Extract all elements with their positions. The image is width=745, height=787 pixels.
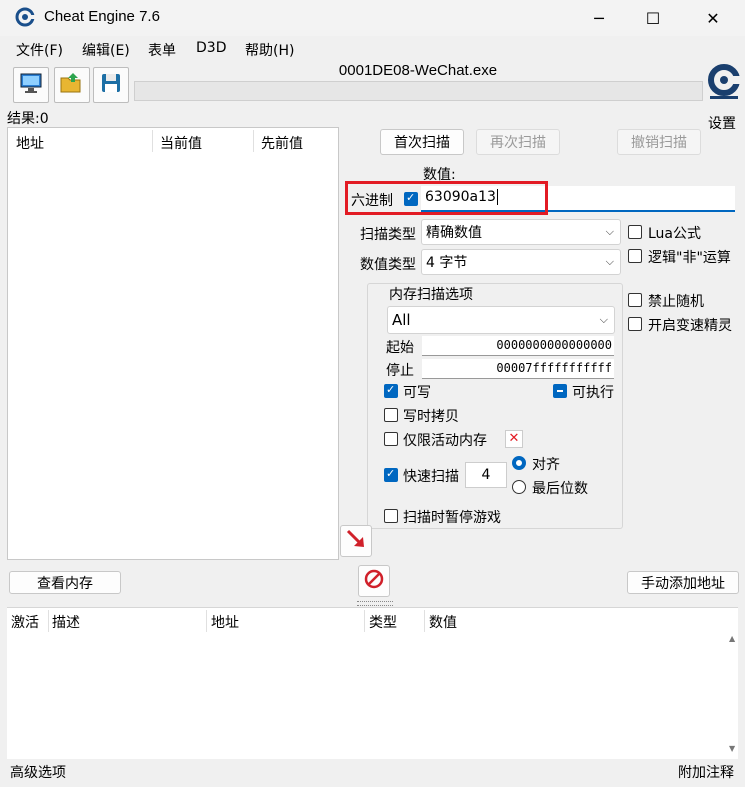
value-type-value: 4 字节 <box>426 255 468 271</box>
column-divider <box>206 610 207 632</box>
align-radio[interactable] <box>512 456 526 470</box>
column-divider <box>424 610 425 632</box>
cheat-engine-app-icon <box>14 6 36 28</box>
memory-region-select[interactable]: All ⌵ <box>387 306 615 334</box>
settings-link[interactable]: 设置 <box>708 113 736 133</box>
value-type-label: 数值类型 <box>360 257 416 273</box>
scroll-up-icon[interactable]: ▲ <box>729 634 735 643</box>
column-divider <box>152 130 153 152</box>
undo-scan-button[interactable]: 撤销扫描 <box>617 129 701 155</box>
process-name: 0001DE08-WeChat.exe <box>338 62 498 79</box>
column-divider <box>253 130 254 152</box>
active-memory-only-checkbox[interactable] <box>384 432 398 446</box>
align-label: 对齐 <box>532 457 560 473</box>
speedhack-checkbox[interactable] <box>628 317 642 331</box>
copy-on-write-label: 写时拷贝 <box>403 409 459 425</box>
column-divider <box>364 610 365 632</box>
stop-address-input[interactable]: 00007fffffffffff <box>422 359 614 379</box>
column-address[interactable]: 地址 <box>211 612 239 632</box>
floppy-disk-icon <box>100 72 122 98</box>
lua-formula-label: Lua公式 <box>648 226 702 242</box>
monitor-icon <box>19 72 43 98</box>
close-icon[interactable]: ✕ <box>684 0 742 36</box>
start-address-input[interactable]: 0000000000000000 <box>422 336 614 356</box>
column-value[interactable]: 数值 <box>429 612 457 632</box>
maximize-icon[interactable]: ☐ <box>624 0 682 36</box>
next-scan-button[interactable]: 再次扫描 <box>476 129 560 155</box>
column-current-value[interactable]: 当前值 <box>160 133 202 153</box>
column-description[interactable]: 描述 <box>52 612 80 632</box>
executable-checkbox[interactable] <box>553 384 567 398</box>
start-address-label: 起始 <box>386 340 414 356</box>
disable-random-checkbox[interactable] <box>628 293 642 307</box>
scan-type-select[interactable]: 精确数值 ⌵ <box>421 219 621 245</box>
no-entry-icon <box>363 568 385 594</box>
executable-label: 可执行 <box>572 385 614 401</box>
disable-random-label: 禁止随机 <box>648 294 704 310</box>
active-memory-only-label: 仅限活动内存 <box>403 433 487 449</box>
column-divider <box>48 610 49 632</box>
column-address[interactable]: 地址 <box>16 133 44 153</box>
pause-game-checkbox[interactable] <box>384 509 398 523</box>
stop-address-label: 停止 <box>386 363 414 379</box>
chevron-down-icon: ⌵ <box>599 313 608 326</box>
minimize-icon[interactable]: ─ <box>570 0 628 36</box>
scan-type-label: 扫描类型 <box>360 227 416 243</box>
annotation-highlight-box <box>345 181 548 215</box>
copy-on-write-checkbox[interactable] <box>384 408 398 422</box>
open-file-button[interactable] <box>54 67 90 103</box>
window-title: Cheat Engine 7.6 <box>44 8 160 25</box>
writable-checkbox[interactable] <box>384 383 398 398</box>
open-folder-icon <box>59 72 85 98</box>
speedhack-label: 开启变速精灵 <box>648 318 732 334</box>
pause-game-label: 扫描时暂停游戏 <box>403 510 501 526</box>
first-scan-button[interactable]: 首次扫描 <box>380 129 464 155</box>
last-digits-label: 最后位数 <box>532 481 588 497</box>
close-x-icon[interactable]: ✕ <box>505 430 523 448</box>
fast-scan-checkbox[interactable] <box>384 467 398 482</box>
fast-scan-label: 快速扫描 <box>403 469 459 485</box>
menu-file[interactable]: 文件(F) <box>16 40 63 60</box>
save-file-button[interactable] <box>93 67 129 103</box>
chevron-down-icon: ⌵ <box>605 255 614 268</box>
logical-not-checkbox[interactable] <box>628 249 642 263</box>
last-digits-radio[interactable] <box>512 480 526 494</box>
add-address-manually-button[interactable]: 手动添加地址 <box>627 571 739 594</box>
column-type[interactable]: 类型 <box>369 612 397 632</box>
scan-progress-bar <box>134 81 703 101</box>
status-bar <box>0 759 745 787</box>
select-process-button[interactable] <box>13 67 49 103</box>
memory-view-button[interactable]: 查看内存 <box>9 571 121 594</box>
clear-list-button[interactable] <box>358 565 390 597</box>
lua-formula-checkbox[interactable] <box>628 225 642 239</box>
splitter-handle[interactable] <box>357 601 393 606</box>
scan-type-value: 精确数值 <box>426 225 482 241</box>
table-extras-button[interactable]: 附加注释 <box>678 762 734 782</box>
column-active[interactable]: 激活 <box>11 612 39 632</box>
found-results-list[interactable]: 地址 当前值 先前值 <box>7 127 339 560</box>
value-type-select[interactable]: 4 字节 ⌵ <box>421 249 621 275</box>
scroll-down-icon[interactable]: ▼ <box>729 744 735 753</box>
chevron-down-icon: ⌵ <box>605 225 614 238</box>
cheat-engine-logo-icon[interactable] <box>706 62 742 106</box>
menu-edit[interactable]: 编辑(E) <box>82 40 130 60</box>
add-to-list-button[interactable] <box>340 525 372 557</box>
advanced-options-button[interactable]: 高级选项 <box>10 762 66 782</box>
menu-help[interactable]: 帮助(H) <box>245 40 294 60</box>
memory-region-value: All <box>392 311 411 329</box>
list-scrollbar[interactable]: ▲ ▼ <box>727 632 739 757</box>
memory-scan-options-title: 内存扫描选项 <box>386 284 476 304</box>
menu-d3d[interactable]: D3D <box>196 40 226 56</box>
results-count: 结果:0 <box>7 111 49 127</box>
menu-table[interactable]: 表单 <box>148 40 176 60</box>
fast-scan-alignment-input[interactable]: 4 <box>465 462 507 488</box>
red-arrow-icon <box>345 528 367 554</box>
writable-label: 可写 <box>403 385 431 401</box>
column-previous-value[interactable]: 先前值 <box>261 133 303 153</box>
cheat-table-list[interactable]: 激活 描述 地址 类型 数值 <box>7 607 738 760</box>
logical-not-label: 逻辑"非"运算 <box>648 250 731 266</box>
